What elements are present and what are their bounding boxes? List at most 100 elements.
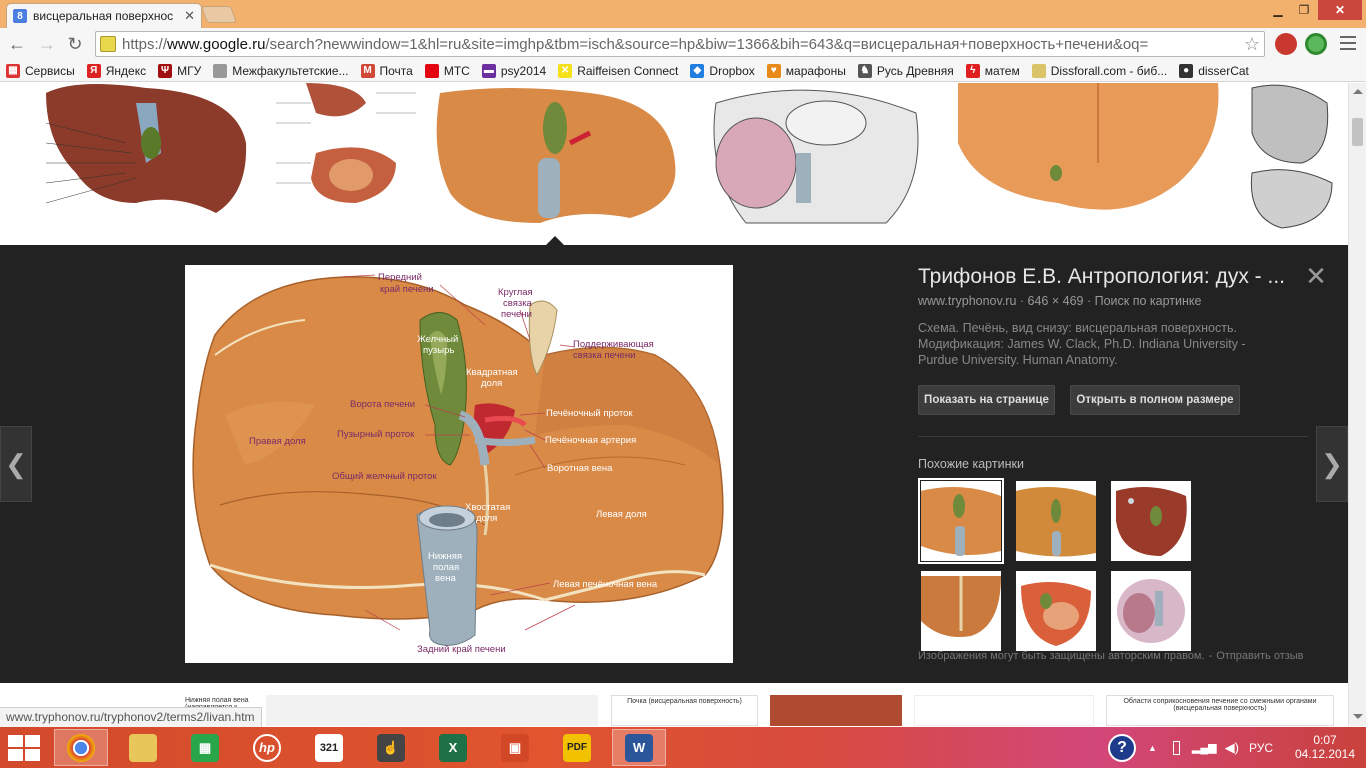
maximize-button[interactable]: ❐ — [1291, 0, 1317, 20]
google-favicon-icon: 8 — [13, 9, 27, 23]
result-thumbnail[interactable] — [266, 695, 598, 726]
excel-icon: X — [439, 733, 467, 762]
next-image-button[interactable]: ❯ — [1316, 426, 1348, 502]
reload-button[interactable]: ↻ — [64, 33, 86, 55]
taskbar-store[interactable]: ▦ — [178, 729, 232, 766]
new-tab-button[interactable] — [200, 6, 238, 23]
system-tray: ? ▲ ▂▄▆ ◀) РУС — [1108, 727, 1273, 768]
yandex-icon: Я — [86, 63, 101, 78]
result-thumbnail[interactable] — [266, 83, 418, 233]
bookmark-item[interactable]: ϟ матем — [965, 63, 1020, 78]
pdf-icon: PDF — [563, 733, 591, 762]
url-scheme: https:// — [122, 35, 168, 53]
result-thumbnail[interactable]: Области соприкосновения печение со смежн… — [1106, 695, 1334, 726]
forward-button[interactable]: → — [36, 33, 58, 55]
taskbar-word[interactable]: W — [612, 729, 666, 766]
bookmark-item[interactable]: Межфакультетские... — [213, 63, 349, 78]
taskbar-pdf[interactable]: PDF — [550, 729, 604, 766]
search-by-image-link[interactable]: Поиск по картинке — [1095, 294, 1202, 308]
bookmark-item[interactable]: ▦ Сервисы — [6, 63, 75, 78]
result-thumbnail[interactable] — [914, 695, 1094, 726]
address-bar[interactable]: https://www.google.ru/search?newwindow=1… — [95, 31, 1265, 57]
back-button[interactable]: ← — [6, 33, 28, 55]
status-bar-url: www.tryphonov.ru/tryphonov2/terms2/livan… — [0, 707, 262, 727]
battery-icon[interactable] — [1172, 740, 1180, 755]
bookmark-item[interactable]: Ψ МГУ — [158, 63, 201, 78]
bookmark-item[interactable]: ♥ марафоны — [766, 63, 846, 78]
taskbar-321[interactable]: 321 — [302, 729, 356, 766]
bookmark-item[interactable]: ✕ Raiffeisen Connect — [558, 63, 678, 78]
related-image[interactable] — [1111, 571, 1191, 651]
result-thumbnail[interactable] — [948, 83, 1230, 233]
scroll-up-arrow-icon[interactable] — [1353, 89, 1363, 94]
signal-icon[interactable]: ▂▄▆ — [1192, 741, 1217, 754]
url-host: www.google.ru — [167, 35, 266, 53]
windows-start-icon[interactable] — [8, 735, 40, 761]
bookmark-item[interactable]: M Почта — [360, 63, 413, 78]
label-inferior-vena-cava-3: вена — [435, 573, 456, 584]
help-icon[interactable]: ? — [1108, 733, 1136, 762]
taskbar-explorer[interactable] — [116, 729, 170, 766]
volume-icon[interactable]: ◀) — [1225, 740, 1239, 756]
label-common-bile-duct: Общий желчный проток — [332, 471, 438, 482]
result-thumbnail[interactable] — [696, 83, 936, 233]
clock-date: 04.12.2014 — [1294, 747, 1356, 761]
result-thumbnail[interactable] — [1242, 83, 1334, 233]
previous-image-button[interactable]: ❮ — [0, 426, 32, 502]
bookmark-item[interactable]: Я Яндекс — [86, 63, 147, 78]
page-info-icon[interactable] — [100, 36, 116, 52]
chrome-menu-icon[interactable] — [1340, 36, 1356, 50]
bookmark-item[interactable]: ♞ Русь Древняя — [857, 63, 954, 78]
bookmark-item[interactable]: ▬ psy2014 — [481, 63, 546, 78]
extension-icon[interactable] — [1305, 33, 1327, 55]
result-thumbnail[interactable] — [16, 83, 254, 233]
related-image[interactable] — [1111, 481, 1191, 561]
page-scrollbar[interactable] — [1348, 83, 1366, 726]
page-icon — [213, 63, 228, 78]
open-full-size-button[interactable]: Открыть в полном размере — [1070, 385, 1240, 415]
dissercat-icon: ● — [1179, 63, 1194, 78]
result-thumbnail[interactable]: Почка (висцеральная поверхность) — [611, 695, 758, 726]
image-preview[interactable]: Передний край печени Круглая связка пече… — [185, 265, 733, 663]
tab-close-icon[interactable]: ✕ — [184, 8, 195, 24]
taskbar-chrome[interactable] — [54, 729, 108, 766]
result-thumbnail[interactable] — [770, 695, 902, 726]
touch-app-icon: ☝ — [377, 733, 405, 762]
related-image[interactable] — [921, 571, 1001, 651]
liver-diagram: Передний край печени Круглая связка пече… — [185, 265, 733, 663]
close-window-button[interactable]: ✕ — [1318, 0, 1362, 20]
scroll-thumb[interactable] — [1352, 118, 1363, 146]
image-title-link[interactable]: Трифонов Е.В. Антропология: дух - ... — [918, 265, 1308, 289]
related-image[interactable] — [1016, 481, 1096, 561]
bookmark-label: Сервисы — [25, 63, 75, 78]
scroll-down-arrow-icon[interactable] — [1353, 714, 1363, 719]
adblock-icon[interactable] — [1275, 33, 1297, 55]
minimize-button[interactable]: ▁ — [1265, 0, 1291, 20]
url-text[interactable]: https://www.google.ru/search?newwindow=1… — [122, 36, 1240, 53]
show-on-page-button[interactable]: Показать на странице — [918, 385, 1055, 415]
bookmark-item[interactable]: Dissforall.com - биб... — [1031, 63, 1167, 78]
related-image[interactable] — [1016, 571, 1096, 651]
image-size: 646 × 469 — [1027, 294, 1084, 308]
bookmark-star-icon[interactable]: ☆ — [1240, 34, 1264, 55]
language-indicator[interactable]: РУС — [1249, 741, 1273, 755]
bookmark-item[interactable]: ● disserCat — [1179, 63, 1249, 78]
taskbar-hp[interactable]: hp — [240, 729, 294, 766]
label-round-ligament-3: печени — [501, 309, 532, 320]
bookmark-item[interactable]: ◆ Dropbox — [690, 63, 755, 78]
image-source-link[interactable]: www.tryphonov.ru — [918, 294, 1016, 308]
label-quadrate-lobe: Квадратная — [466, 367, 518, 378]
image-meta: www.tryphonov.ru · 646 × 469 · Поиск по … — [918, 294, 1202, 308]
taskbar-powerpoint[interactable]: ▣ — [488, 729, 542, 766]
related-image[interactable] — [918, 478, 1004, 564]
result-thumbnail[interactable] — [430, 83, 684, 233]
tray-expand-icon[interactable]: ▲ — [1148, 743, 1157, 753]
taskbar-app[interactable]: ☝ — [364, 729, 418, 766]
bookmark-label: Яндекс — [105, 63, 147, 78]
folder-icon — [129, 733, 157, 762]
browser-tab[interactable]: 8 висцеральная поверхнос ✕ — [6, 3, 202, 28]
send-feedback-link[interactable]: Отправить отзыв — [1216, 650, 1303, 662]
bookmark-item[interactable]: МТС — [424, 63, 470, 78]
taskbar-excel[interactable]: X — [426, 729, 480, 766]
taskbar-clock[interactable]: 0:07 04.12.2014 — [1292, 733, 1358, 761]
